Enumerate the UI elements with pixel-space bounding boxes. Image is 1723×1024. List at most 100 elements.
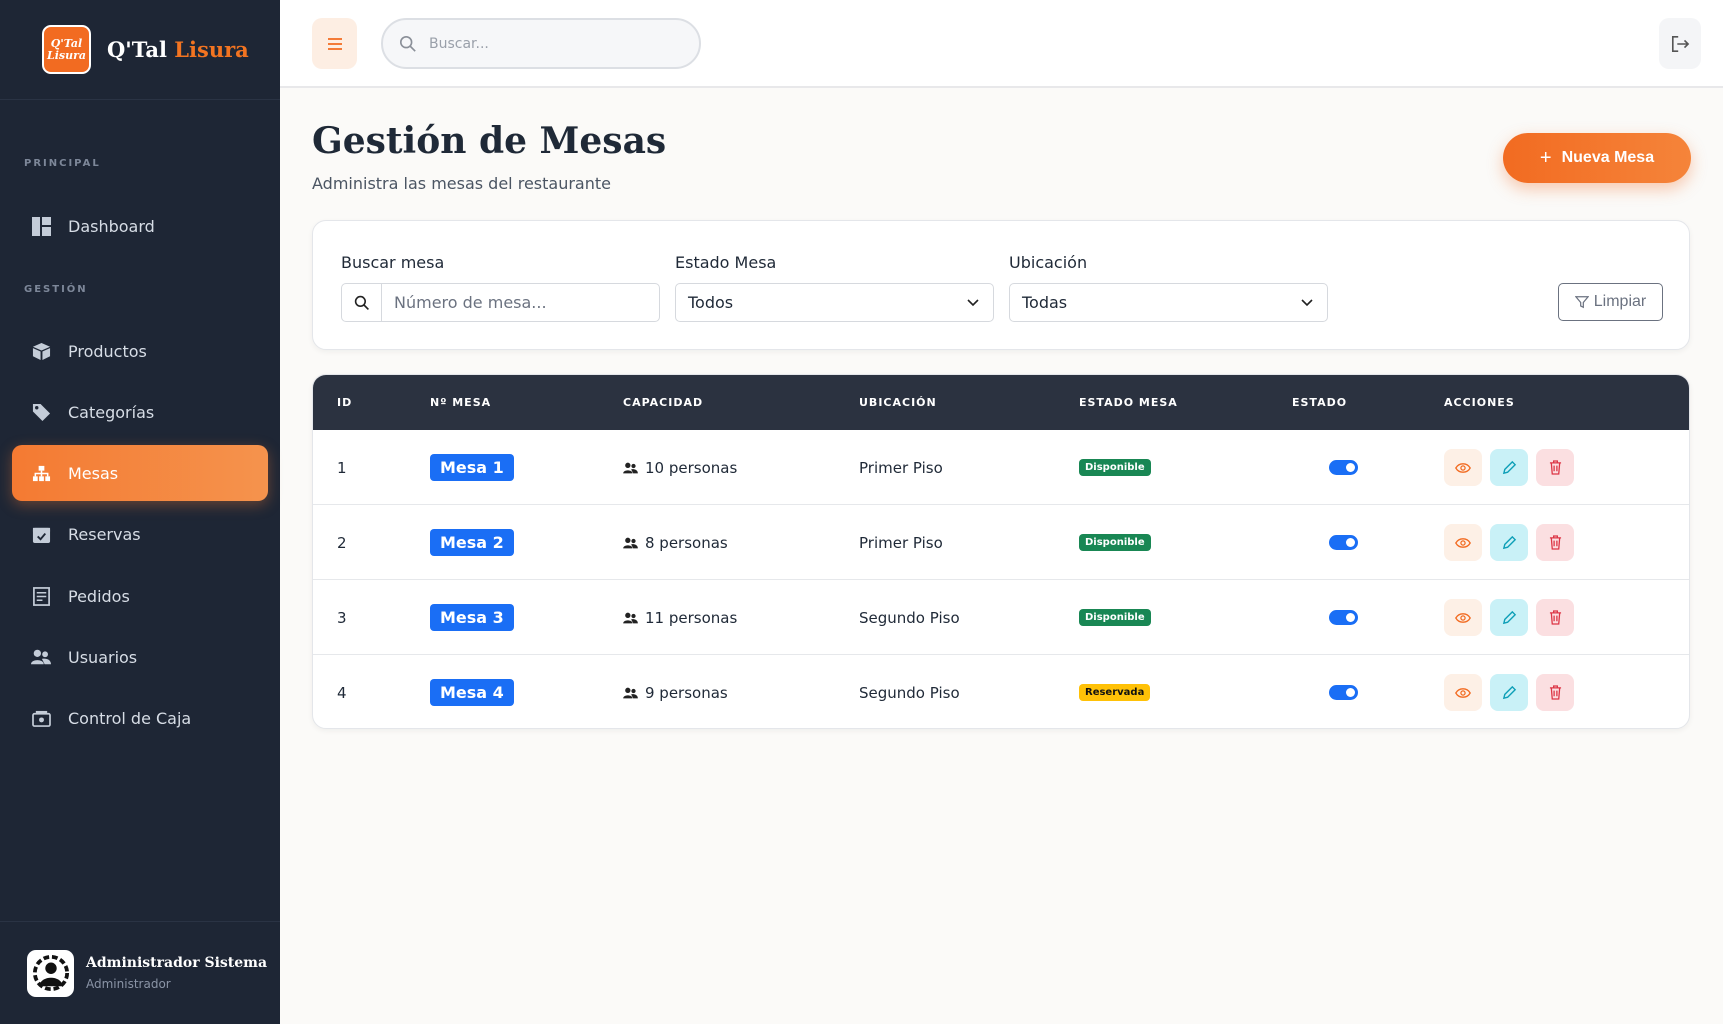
view-button[interactable] [1444,524,1482,561]
new-table-button-label: Nueva Mesa [1561,149,1655,166]
admin-avatar-icon [32,954,69,992]
sidebar-item-categorias[interactable]: Categorías [12,384,268,440]
section-label-principal: PRINCIPAL [24,158,101,169]
table-row: 2 Mesa 2 8 personas Primer Piso Disponib… [313,505,1689,580]
filters-card: Buscar mesa Estado Mesa Todos Ubicación … [312,220,1690,350]
logout-button[interactable] [1659,18,1701,69]
search-icon [399,35,416,52]
cell-id: 1 [337,458,347,477]
hamburger-icon [327,37,342,50]
capacidad-text: 8 personas [645,533,728,552]
mesa-badge: Mesa 1 [430,454,514,481]
chevron-down-icon [1301,298,1313,306]
search-icon [342,284,382,321]
sidebar-item-label: Usuarios [68,647,138,667]
page-subtitle: Administra las mesas del restaurante [312,174,611,193]
cell-capacidad: 11 personas [623,580,737,655]
trash-icon [1549,535,1561,550]
active-toggle[interactable] [1329,685,1358,700]
sidebar-item-pedidos[interactable]: Pedidos [12,568,268,624]
sitemap-icon [31,463,51,483]
sidebar-item-control-de-caja[interactable]: Control de Caja [12,690,268,746]
filter-icon [1574,296,1589,309]
sidebar-item-label: Reservas [68,524,141,544]
sidebar-item-reservas[interactable]: Reservas [12,506,268,562]
sidebar-item-label: Categorías [68,402,155,422]
cell-ubicacion: Primer Piso [859,458,943,477]
logout-icon [1671,35,1690,52]
user-name: Administrador Sistema [86,955,268,971]
table-search-input[interactable] [394,293,654,312]
users-icon [623,462,638,474]
sidebar-item-productos[interactable]: Productos [12,323,268,379]
users-icon [623,537,638,549]
trash-icon [1549,610,1561,625]
cell-id: 2 [337,533,347,552]
sidebar-item-usuarios[interactable]: Usuarios [12,629,268,685]
brand-name: Q'Tal Lisura [107,37,249,62]
header-estado: ESTADO [1292,396,1348,409]
section-label-gestion: GESTIÓN [24,284,88,295]
delete-button[interactable] [1536,599,1574,636]
status-badge: Reservada [1079,684,1151,701]
delete-button[interactable] [1536,674,1574,711]
trash-icon [1549,685,1561,700]
mesa-badge: Mesa 3 [430,604,514,631]
brand[interactable]: Q'Tal Lisura Q'Tal Lisura [0,0,280,100]
cell-ubicacion: Segundo Piso [859,608,960,627]
new-table-button[interactable]: + Nueva Mesa [1503,133,1691,183]
brand-name-part1: Q'Tal [107,37,167,62]
capacidad-text: 10 personas [645,458,738,477]
table-header: ID Nº MESA CAPACIDAD UBICACIÓN ESTADO ME… [313,375,1689,430]
users-icon [31,647,51,667]
sidebar-item-dashboard[interactable]: Dashboard [12,198,268,254]
view-button[interactable] [1444,449,1482,486]
status-badge: Disponible [1079,534,1151,551]
eye-icon [1455,537,1471,548]
plus-icon: + [1539,146,1552,169]
ubicacion-select[interactable]: Todas [1009,283,1328,322]
view-button[interactable] [1444,599,1482,636]
dashboard-icon [31,216,51,236]
table-search-field[interactable] [341,283,660,322]
estado-mesa-label: Estado Mesa [675,253,777,272]
trash-icon [1549,460,1561,475]
delete-button[interactable] [1536,449,1574,486]
brand-logo: Q'Tal Lisura [42,25,91,74]
cell-id: 3 [337,608,347,627]
ubicacion-value: Todas [1022,293,1068,312]
edit-button[interactable] [1490,524,1528,561]
capacidad-text: 11 personas [645,608,738,627]
tables-table: ID Nº MESA CAPACIDAD UBICACIÓN ESTADO ME… [312,374,1690,729]
edit-button[interactable] [1490,674,1528,711]
edit-button[interactable] [1490,449,1528,486]
estado-mesa-select[interactable]: Todos [675,283,994,322]
receipt-icon [31,586,51,606]
topbar [280,0,1723,88]
header-acciones: ACCIONES [1444,396,1515,409]
edit-button[interactable] [1490,599,1528,636]
cell-capacidad: 10 personas [623,430,737,505]
capacidad-text: 9 personas [645,683,728,702]
cell-capacidad: 9 personas [623,655,728,728]
clear-filters-label: Limpiar [1593,293,1647,310]
global-search[interactable] [381,18,701,69]
active-toggle[interactable] [1329,610,1358,625]
table-row: 4 Mesa 4 9 personas Segundo Piso Reserva… [313,655,1689,728]
active-toggle[interactable] [1329,460,1358,475]
delete-button[interactable] [1536,524,1574,561]
sidebar-item-mesas[interactable]: Mesas [12,445,268,501]
chevron-down-icon [967,298,979,306]
menu-toggle-button[interactable] [312,18,357,69]
users-icon [623,612,638,624]
global-search-input[interactable] [429,35,669,52]
active-toggle[interactable] [1329,535,1358,550]
eye-icon [1455,462,1471,473]
clear-filters-button[interactable]: Limpiar [1558,283,1663,321]
header-id: ID [337,396,353,409]
view-button[interactable] [1444,674,1482,711]
user-profile[interactable]: Administrador Sistema Administrador [0,921,280,1024]
header-estado-mesa: ESTADO MESA [1079,396,1178,409]
header-mesa: Nº MESA [430,396,492,409]
sidebar-item-label: Mesas [68,463,119,483]
